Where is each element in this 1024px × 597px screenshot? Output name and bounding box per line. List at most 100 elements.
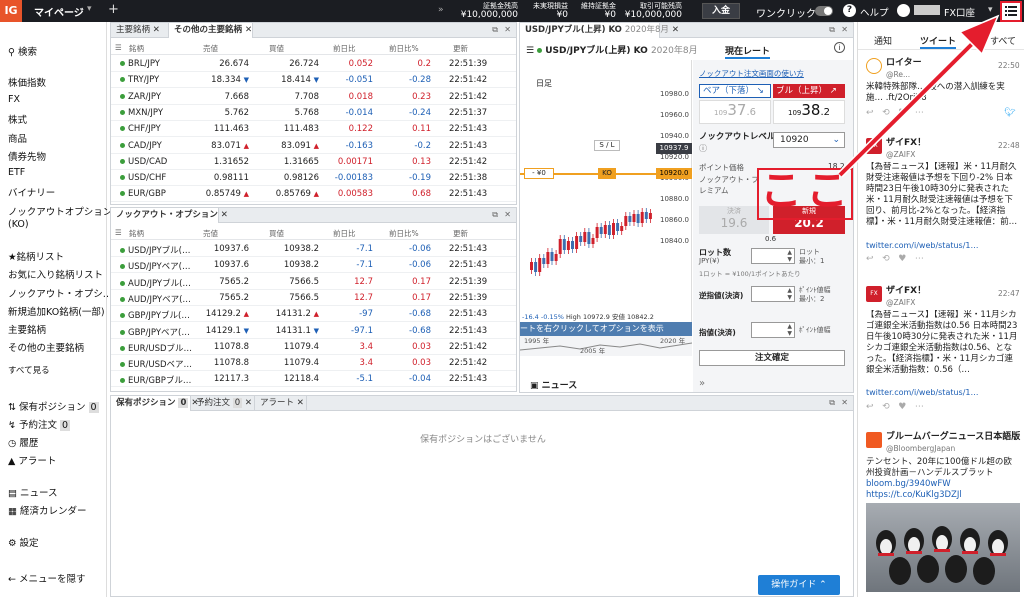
table-row[interactable]: CHF/JPY 111.463 111.483 0.122 0.11 22:51:43 bbox=[111, 121, 516, 138]
sidebar-item-history[interactable]: ◷ 履歴 bbox=[8, 435, 38, 449]
search-link[interactable]: ⚲ 検索 bbox=[8, 44, 37, 58]
instrument-name[interactable]: TRY/JPY bbox=[120, 75, 159, 85]
sidebar-item-orders[interactable]: ↯ 予約注文 0 bbox=[8, 417, 71, 431]
buy-price[interactable]: 11079.4 bbox=[241, 358, 319, 368]
navigator[interactable]: 1995 年 2005 年 2020 年 bbox=[519, 336, 693, 356]
table-row[interactable]: EUR/USDブル… 11078.8 11079.4 3.4 0.03 22:51:4… bbox=[111, 339, 516, 355]
buy-price[interactable]: 0.98126 bbox=[241, 173, 319, 183]
table-row[interactable]: ZAR/JPY 7.668 7.708 0.018 0.23 22:51:42 bbox=[111, 89, 516, 105]
buy-price[interactable]: 14131.1 ▼ bbox=[241, 326, 319, 336]
hide-menu-link[interactable]: ← メニューを隠す bbox=[8, 571, 86, 585]
tab-orders[interactable]: 予約注文 0 ✕ bbox=[191, 396, 255, 411]
sidebar-item-ko-list[interactable]: ノックアウト・オプシ… bbox=[8, 286, 112, 300]
sidebar-item-favorites[interactable]: お気に入り銘柄リスト bbox=[8, 267, 103, 281]
sell-price[interactable]: 7565.2 bbox=[173, 277, 249, 287]
sidebar-item-major[interactable]: 主要銘柄 bbox=[8, 322, 46, 336]
sidebar-item-see-all[interactable]: すべて見る bbox=[8, 364, 50, 376]
tweet-link[interactable]: twitter.com/i/web/status/1… bbox=[866, 240, 979, 251]
sell-price[interactable]: 11078.8 bbox=[173, 342, 249, 352]
buy-price[interactable]: 0.85769 ▲ bbox=[241, 189, 319, 199]
stop-input[interactable]: ▲ ▼ bbox=[751, 286, 795, 302]
sidebar-item-binary[interactable]: バイナリー bbox=[8, 185, 55, 199]
table-row[interactable]: AUD/JPYベア(… 7565.2 7566.5 12.7 0.17 22:51:3… bbox=[111, 290, 516, 306]
tweet-item[interactable]: FX ザイFX！ @ZAIFX 22:47 【為替ニュース】【速報】米・11月シ… bbox=[866, 286, 1020, 416]
table-row[interactable]: MXN/JPY 5.762 5.768 -0.014 -0.24 22:51:37 bbox=[111, 105, 516, 121]
table-row[interactable]: EUR/USDベア… 11078.8 11079.4 3.4 0.03 22:51:4… bbox=[111, 355, 516, 372]
sidebar-item-other-major[interactable]: その他の主要銘柄 bbox=[8, 340, 84, 354]
sell-price[interactable]: 0.98111 bbox=[173, 173, 249, 183]
sell-price[interactable]: 5.762 bbox=[173, 108, 249, 118]
tweet-link[interactable]: bloom.bg/3940wFW bbox=[866, 479, 951, 490]
sell-price[interactable]: 11078.8 bbox=[173, 358, 249, 368]
table-row[interactable]: EUR/GBPブル… 12117.3 12118.4 -5.1 -0.04 22:51… bbox=[111, 371, 516, 388]
restore-icon[interactable]: ⧉ bbox=[492, 25, 498, 35]
add-tab-icon[interactable]: + bbox=[108, 2, 119, 17]
list-icon[interactable]: ☰ bbox=[115, 228, 122, 237]
sell-price[interactable]: 7.668 bbox=[173, 92, 249, 102]
tweet-item[interactable]: ブルームバーグニュース日本語版 @BloombergJapan テンセント、20… bbox=[866, 432, 1020, 592]
chevron-down-icon[interactable]: ▾ bbox=[87, 4, 92, 14]
buy-price[interactable]: 12118.4 bbox=[241, 374, 319, 384]
restore-icon[interactable]: ⧉ bbox=[492, 210, 498, 220]
table-row[interactable]: GBP/JPYベア(… 14129.1 ▼ 14131.1 ▼ -97.1 -0.68 2… bbox=[111, 323, 516, 339]
sidebar-item-watchlists[interactable]: ★銘柄リスト bbox=[8, 249, 64, 263]
list-icon[interactable]: ☰ bbox=[115, 43, 122, 52]
bear-button[interactable]: ベア（下落） ↘ bbox=[699, 84, 771, 98]
lot-input[interactable]: ▲ ▼ bbox=[751, 248, 795, 264]
sell-price[interactable]: 14129.2 ▲ bbox=[173, 309, 249, 319]
table-row[interactable]: USD/JPYブル(… 10937.6 10938.2 -7.1 -0.06 22:5… bbox=[111, 241, 516, 257]
sidebar-item-calendar[interactable]: ▦ 経済カレンダー bbox=[8, 503, 87, 517]
price-chart[interactable]: 日足 10980.010960.010940.010920.010900.010… bbox=[519, 60, 693, 356]
sidebar-item-etf[interactable]: ETF bbox=[8, 167, 25, 178]
table-row[interactable]: AUD/JPYブル(… 7565.2 7566.5 12.7 0.17 22:51:3… bbox=[111, 274, 516, 290]
expand-icon[interactable]: » bbox=[699, 378, 705, 389]
sidebar-item-stocks[interactable]: 株式 bbox=[8, 112, 27, 126]
collapse-stats-icon[interactable]: » bbox=[438, 5, 444, 15]
table-row[interactable]: USD/CAD 1.31652 1.31665 0.00171 0.13 22:51:… bbox=[111, 154, 516, 170]
table-row[interactable]: USD/CHF 0.98111 0.98126 -0.00183 -0.19 22:5… bbox=[111, 170, 516, 187]
instrument-name[interactable]: BRL/JPY bbox=[120, 59, 160, 69]
tab-major[interactable]: 主要銘柄 ✕ bbox=[111, 23, 169, 38]
tweet-link[interactable]: https://t.co/KuKlg3DZJl bbox=[866, 490, 962, 501]
buy-price[interactable]: 11079.4 bbox=[241, 342, 319, 352]
instrument-name[interactable]: MXN/JPY bbox=[120, 108, 163, 118]
deposit-button[interactable]: 入金 bbox=[702, 3, 740, 19]
sell-price[interactable]: 18.334 ▼ bbox=[173, 75, 249, 85]
buy-price[interactable]: 10938.2 bbox=[241, 244, 319, 254]
buy-price[interactable]: 7566.5 bbox=[241, 293, 319, 303]
info-icon[interactable]: ⓘ bbox=[699, 143, 707, 154]
ig-logo[interactable]: IG bbox=[0, 0, 22, 22]
ko-tag[interactable]: KO bbox=[598, 168, 616, 179]
current-rate-tab[interactable]: 現在レート bbox=[725, 44, 771, 59]
tab-positions[interactable]: 保有ポジション 0 ✕ bbox=[111, 396, 199, 411]
instrument-name[interactable]: USD/CHF bbox=[120, 173, 166, 183]
confirm-order-button[interactable]: 注文確定 bbox=[699, 350, 845, 366]
restore-icon[interactable]: ⧉ bbox=[829, 398, 835, 408]
table-row[interactable]: EUR/GBP 0.85749 ▲ 0.85769 ▲ 0.00583 0.68 22:5… bbox=[111, 186, 516, 203]
sell-price[interactable]: 7565.2 bbox=[173, 293, 249, 303]
sidebar-item-ko-sub[interactable]: (KO) bbox=[8, 219, 29, 230]
sidebar-item-new-ko[interactable]: 新規追加KO銘柄(一部) bbox=[8, 304, 105, 318]
sidebar-item-positions[interactable]: ⇅ 保有ポジション 0 bbox=[8, 399, 99, 413]
sell-price[interactable]: 10937.6 bbox=[173, 260, 249, 270]
instrument-name[interactable]: ZAR/JPY bbox=[120, 92, 161, 102]
sidebar-item-news[interactable]: ▤ ニュース bbox=[8, 485, 58, 499]
buy-price[interactable]: 5.768 bbox=[241, 108, 319, 118]
instrument-name[interactable]: CAD/JPY bbox=[120, 141, 162, 151]
buy-price[interactable]: 7.708 bbox=[241, 92, 319, 102]
buy-price[interactable]: 10938.2 bbox=[241, 260, 319, 270]
table-row[interactable]: CAD/JPY 83.071 ▲ 83.091 ▲ -0.163 -0.2 22:51:4… bbox=[111, 138, 516, 154]
tweet-actions[interactable]: ↩ ⟲ ♥ ⋯ bbox=[866, 402, 924, 413]
sell-price[interactable]: 26.674 bbox=[173, 59, 249, 69]
tweet-image[interactable] bbox=[866, 503, 1020, 592]
sidebar-item-alerts[interactable]: ▲ アラート bbox=[8, 453, 56, 467]
buy-price[interactable]: 111.483 bbox=[241, 124, 319, 134]
buy-price[interactable]: 26.724 bbox=[241, 59, 319, 69]
sidebar-item-index[interactable]: 株価指数 bbox=[8, 75, 46, 89]
table-row[interactable]: BRL/JPY 26.674 26.724 0.052 0.2 22:51:39 bbox=[111, 56, 516, 72]
tab-chart[interactable]: USD/JPYブル(上昇) KO 2020年8月 ✕ bbox=[520, 23, 679, 38]
buy-price[interactable]: 83.091 ▲ bbox=[241, 141, 319, 151]
buy-price[interactable]: 1.31665 bbox=[241, 157, 319, 167]
sell-price[interactable]: 14129.1 ▼ bbox=[173, 326, 249, 336]
tweet-link[interactable]: twitter.com/i/web/status/1… bbox=[866, 387, 979, 398]
